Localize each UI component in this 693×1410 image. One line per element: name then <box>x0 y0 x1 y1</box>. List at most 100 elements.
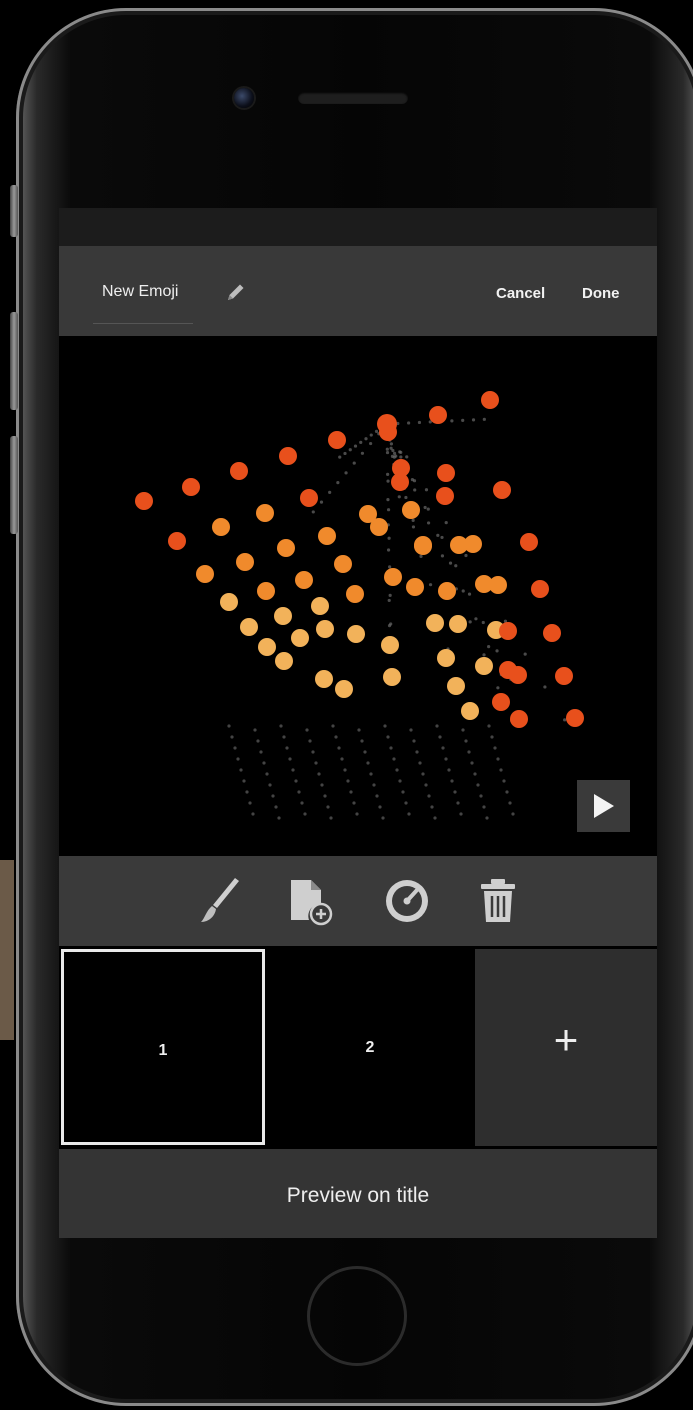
emoji-dot <box>381 636 399 654</box>
frame-number: 2 <box>365 1039 375 1056</box>
emoji-dot <box>257 582 275 600</box>
emoji-dot <box>344 471 348 475</box>
emoji-dot <box>311 510 315 514</box>
emoji-dot <box>315 670 333 688</box>
emoji-dot <box>348 448 352 452</box>
emoji-dot <box>242 779 246 783</box>
emoji-dot <box>392 451 397 456</box>
preview-on-title-button[interactable]: Preview on title <box>59 1149 657 1238</box>
emoji-dot <box>336 481 340 485</box>
emoji-dot <box>499 768 503 772</box>
emoji-dot <box>489 576 507 594</box>
emoji-dot <box>370 518 388 536</box>
emoji-dot <box>386 479 390 483</box>
emoji-dot <box>274 805 278 809</box>
emoji-dot <box>461 418 465 422</box>
emoji-dot <box>543 624 561 642</box>
emoji-dot <box>383 668 401 686</box>
emoji-dot <box>359 440 363 444</box>
home-button[interactable] <box>307 1266 407 1366</box>
emoji-dot <box>314 761 318 765</box>
emoji-dot <box>476 783 480 787</box>
emoji-dot <box>385 447 389 451</box>
emoji-dot <box>407 421 411 425</box>
emoji-dot <box>335 680 353 698</box>
emoji-dot <box>384 568 402 586</box>
emoji-dot <box>520 533 538 551</box>
emoji-dot <box>386 498 390 502</box>
emoji-dot <box>258 638 276 656</box>
emoji-dot <box>404 495 408 500</box>
emoji-dot <box>300 801 304 805</box>
frame-number: 1 <box>158 1042 168 1059</box>
cancel-button[interactable]: Cancel <box>496 285 545 302</box>
emoji-dot <box>268 783 272 787</box>
emoji-dot <box>394 454 398 458</box>
emoji-dot <box>386 548 391 552</box>
emoji-dot <box>440 535 444 540</box>
emoji-dot <box>482 805 486 809</box>
emoji-dot <box>555 667 573 685</box>
play-button[interactable] <box>577 780 630 832</box>
front-camera <box>234 88 254 108</box>
emoji-dot <box>308 739 312 743</box>
emoji-dot <box>412 739 416 743</box>
emoji-dot <box>182 478 200 496</box>
emoji-dot <box>328 490 332 494</box>
emoji-dot <box>426 507 430 511</box>
emoji-dot <box>428 583 433 587</box>
emoji-canvas[interactable] <box>59 336 657 856</box>
emoji-dot <box>449 615 467 633</box>
emoji-dot <box>531 580 549 598</box>
pencil-icon[interactable] <box>225 281 247 303</box>
emoji-dot <box>509 666 527 684</box>
emoji-dot <box>236 553 254 571</box>
emoji-dot <box>374 429 379 433</box>
emoji-dot <box>271 794 275 798</box>
emoji-dot <box>230 462 248 480</box>
emoji-dot <box>407 812 411 816</box>
volume-up-button <box>10 312 18 410</box>
emoji-dot <box>377 414 397 434</box>
emoji-title[interactable]: New Emoji <box>102 283 178 301</box>
emoji-dot <box>360 739 364 743</box>
emoji-dot <box>388 565 392 569</box>
emoji-dot <box>467 592 472 596</box>
app-screen: New Emoji Cancel Done 1 2 + Preview on t… <box>59 208 657 1238</box>
emoji-dot <box>429 406 447 424</box>
emoji-dot <box>397 495 401 499</box>
done-button[interactable]: Done <box>582 285 620 302</box>
speed-gauge-icon[interactable] <box>384 876 430 926</box>
add-frame-button[interactable]: + <box>475 949 657 1146</box>
emoji-dot <box>490 735 494 739</box>
emoji-dot <box>357 728 361 732</box>
emoji-dot <box>401 790 405 794</box>
emoji-dot <box>352 801 356 805</box>
mute-switch <box>10 185 18 237</box>
emoji-dot <box>435 724 439 728</box>
frame-2[interactable]: 2 <box>268 949 472 1145</box>
emoji-dot <box>275 652 293 670</box>
brush-icon[interactable] <box>195 876 241 926</box>
play-icon <box>594 794 614 818</box>
emoji-dot <box>474 617 478 621</box>
emoji-dot <box>245 790 249 794</box>
emoji-dot <box>411 518 415 523</box>
background-strip <box>0 860 14 1040</box>
emoji-dot <box>496 686 500 690</box>
emoji-dot <box>363 750 367 754</box>
emoji-dot <box>256 739 260 743</box>
frame-1[interactable]: 1 <box>61 949 265 1145</box>
emoji-dot <box>415 750 419 754</box>
emoji-dot <box>387 598 391 603</box>
emoji-dot <box>475 657 493 675</box>
emoji-dot <box>398 779 402 783</box>
add-file-icon[interactable] <box>287 876 333 926</box>
emoji-dot <box>262 761 266 765</box>
emoji-dot <box>366 761 370 765</box>
emoji-dot <box>311 750 315 754</box>
emoji-dot <box>406 578 424 596</box>
emoji-dot <box>438 582 456 600</box>
emoji-dot <box>438 735 442 739</box>
trash-icon[interactable] <box>475 876 521 926</box>
